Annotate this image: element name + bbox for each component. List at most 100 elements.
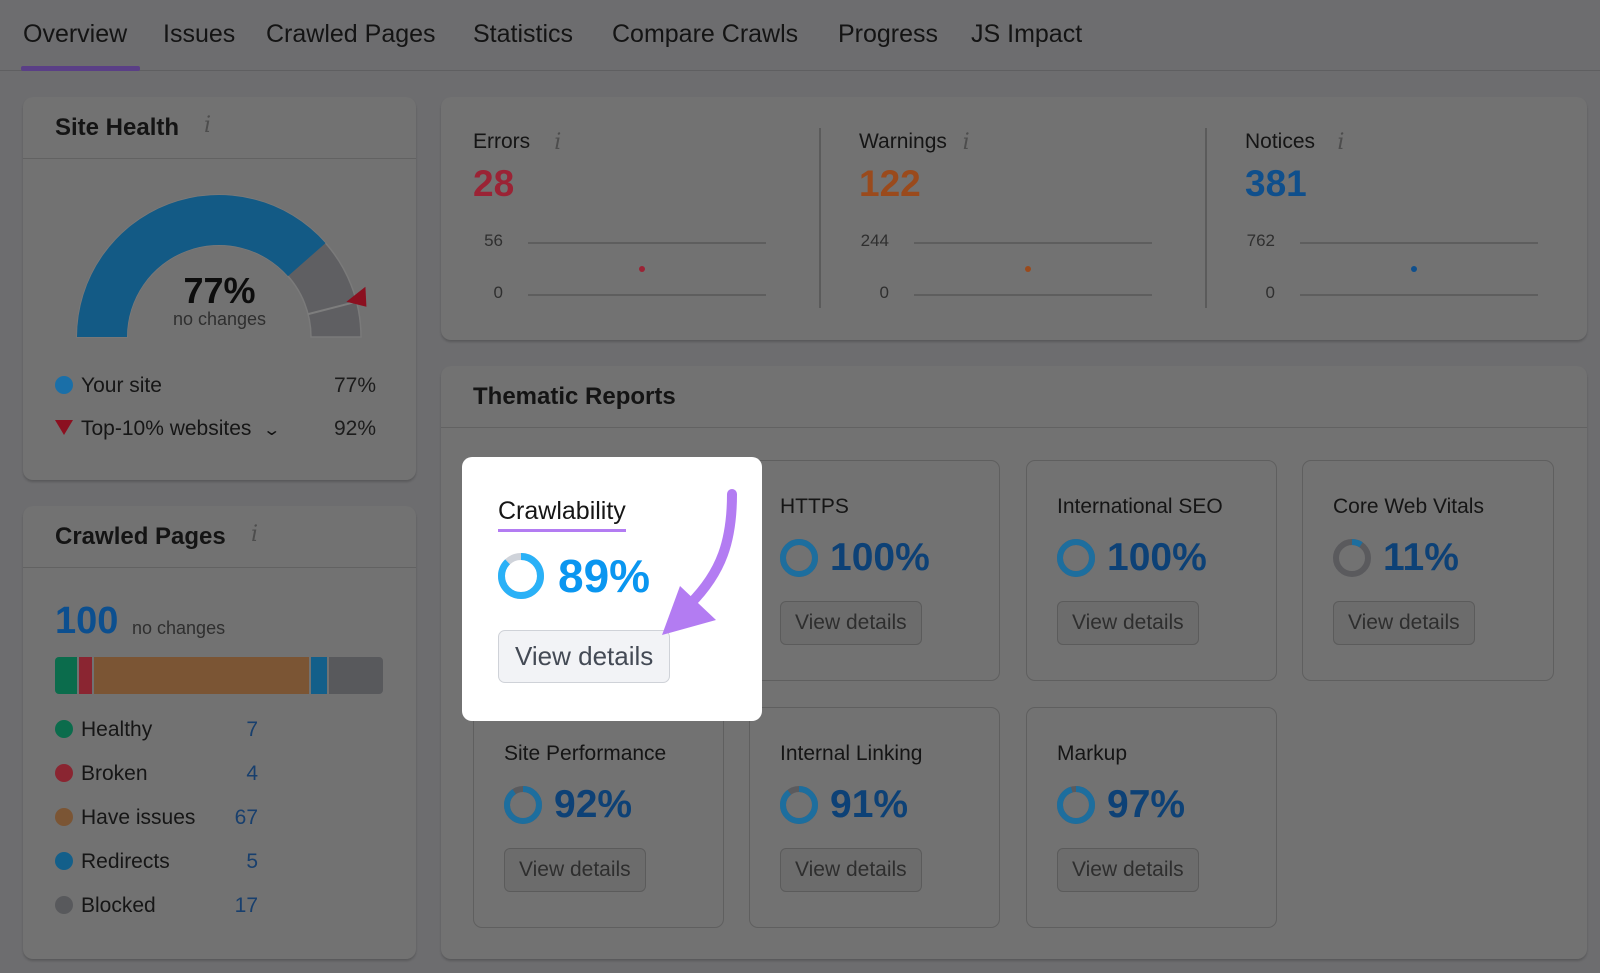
report-title[interactable]: Site Performance	[504, 742, 666, 766]
legend-broken[interactable]: Broken	[55, 762, 148, 786]
tab-compare-crawls[interactable]: Compare Crawls	[612, 20, 798, 49]
info-icon[interactable]: i	[963, 130, 970, 155]
legend-healthy[interactable]: Healthy	[55, 718, 152, 742]
crawlability-title[interactable]: Crawlability	[498, 497, 626, 532]
ring-fill	[498, 553, 544, 599]
view-details-button[interactable]: View details	[780, 601, 922, 645]
view-details-button[interactable]: View details	[1057, 848, 1199, 892]
report-score: 100%	[780, 535, 930, 581]
thematic-reports-header: Thematic Reports	[441, 366, 1587, 428]
axis-min-label: 0	[1265, 283, 1275, 302]
gridline	[914, 242, 1152, 244]
gridline	[1300, 242, 1538, 244]
legend-count[interactable]: 5	[183, 850, 258, 874]
issues-summary-card: Errors i 28 56 0 Warnings i 122 244 0 Notices i 381 7…	[441, 97, 1587, 340]
legend-count[interactable]: 4	[183, 762, 258, 786]
legend-count[interactable]: 7	[183, 718, 258, 742]
tab-crawled-pages[interactable]: Crawled Pages	[266, 20, 436, 49]
progress-ring-icon	[780, 786, 818, 824]
report-title[interactable]: International SEO	[1057, 495, 1223, 519]
report-score: 100%	[1057, 535, 1207, 581]
crawled-pages-bar	[55, 657, 383, 694]
axis-max-label: 244	[860, 231, 889, 250]
report-card-https[interactable]: HTTPS 100% View details	[749, 460, 1000, 681]
axis-min-label: 0	[493, 283, 503, 302]
report-score: 92%	[504, 782, 632, 828]
tab-progress[interactable]: Progress	[838, 20, 938, 49]
errors-trend-point[interactable]	[639, 266, 645, 272]
tab-js-impact[interactable]: JS Impact	[971, 20, 1082, 49]
site-health-title: Site Health	[55, 114, 180, 141]
divider	[1205, 128, 1207, 308]
bar-segment-broken[interactable]	[79, 657, 93, 694]
site-health-score: 77%	[183, 270, 256, 311]
tab-statistics[interactable]: Statistics	[473, 20, 573, 49]
bar-segment-healthy[interactable]	[55, 657, 78, 694]
report-score: 97%	[1057, 782, 1185, 828]
ring-track	[1333, 539, 1371, 577]
thematic-reports-title: Thematic Reports	[473, 383, 676, 410]
view-details-button[interactable]: View details	[1333, 601, 1475, 645]
report-title[interactable]: Core Web Vitals	[1333, 495, 1484, 519]
legend-count[interactable]: 67	[183, 806, 258, 830]
annotation-arrow-icon	[662, 489, 737, 635]
your-site-value: 77%	[333, 374, 376, 397]
ring-fill	[780, 539, 818, 577]
gridline	[528, 242, 766, 244]
legend-count[interactable]: 17	[183, 894, 258, 918]
axis-min-label: 0	[879, 283, 889, 302]
view-details-button[interactable]: View details	[780, 848, 922, 892]
notices-label: Notices	[1245, 130, 1316, 153]
report-title[interactable]: Internal Linking	[780, 742, 922, 766]
view-details-button[interactable]: View details	[504, 848, 646, 892]
progress-ring-icon	[504, 786, 542, 824]
report-card-international-seo[interactable]: International SEO 100% View details	[1026, 460, 1277, 681]
tab-issues[interactable]: Issues	[163, 20, 235, 49]
report-card-site-performance[interactable]: Site Performance 92% View details	[473, 707, 724, 928]
legend-redirects[interactable]: Redirects	[55, 850, 170, 874]
report-card-markup[interactable]: Markup 97% View details	[1026, 707, 1277, 928]
tab-bar: Overview Issues Crawled Pages Statistics…	[0, 0, 1600, 71]
bar-segment-blocked[interactable]	[328, 657, 383, 694]
warnings-count[interactable]: 122	[859, 163, 921, 205]
axis-max-label: 762	[1246, 231, 1275, 250]
crawled-pages-total: 100	[55, 600, 119, 642]
chevron-down-icon[interactable]: ⌄	[263, 420, 282, 440]
info-icon[interactable]: i	[1337, 130, 1344, 155]
info-icon[interactable]: i	[204, 113, 211, 138]
view-details-button[interactable]: View details	[1057, 601, 1199, 645]
bar-segment-redirects[interactable]	[310, 657, 327, 694]
crawled-pages-title: Crawled Pages	[55, 523, 226, 550]
legend-dot-icon	[55, 896, 73, 914]
legend-blocked[interactable]: Blocked	[55, 894, 156, 918]
errors-count[interactable]: 28	[473, 163, 514, 205]
report-title[interactable]: Markup	[1057, 742, 1127, 766]
info-icon[interactable]: i	[554, 130, 561, 155]
triangle-down-icon	[55, 420, 73, 435]
crawlability-score: 89%	[498, 549, 650, 603]
legend-dot-icon	[55, 764, 73, 782]
gridline	[528, 294, 766, 296]
tab-overview[interactable]: Overview	[23, 20, 127, 49]
legend-your-site: Your site	[55, 374, 162, 398]
active-tab-indicator	[21, 66, 140, 71]
your-site-dot-icon	[55, 376, 73, 394]
progress-ring-icon	[780, 539, 818, 577]
legend-have-issues[interactable]: Have issues	[55, 806, 195, 830]
crawled-pages-card: Crawled Pages i 100 no changes Healthy 7 B…	[23, 506, 416, 959]
axis-max-label: 56	[484, 231, 503, 250]
report-card-core-web-vitals[interactable]: Core Web Vitals 11% View details	[1302, 460, 1554, 681]
warnings-trend-point[interactable]	[1025, 266, 1031, 272]
crawled-pages-change: no changes	[132, 618, 226, 638]
info-icon[interactable]: i	[251, 522, 258, 547]
report-card-internal-linking[interactable]: Internal Linking 91% View details	[749, 707, 1000, 928]
legend-top10[interactable]: Top-10% websites ⌄	[55, 417, 282, 441]
gridline	[914, 294, 1152, 296]
notices-count[interactable]: 381	[1245, 163, 1307, 205]
ring-fill	[504, 786, 542, 824]
legend-dot-icon	[55, 808, 73, 826]
divider	[819, 128, 821, 308]
notices-trend-point[interactable]	[1411, 266, 1417, 272]
report-title[interactable]: HTTPS	[780, 495, 849, 519]
bar-segment-have-issues[interactable]	[94, 657, 309, 694]
